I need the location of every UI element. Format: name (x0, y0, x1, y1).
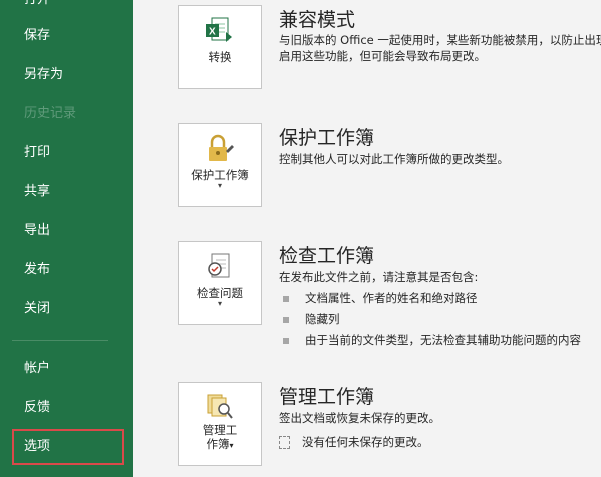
manage-workbook-icon (207, 394, 233, 419)
check-issues-caret: ▾ (217, 299, 222, 308)
nav-save-as[interactable]: 另存为 (12, 60, 124, 90)
svg-text:X: X (209, 27, 216, 38)
check-issues-button[interactable]: 检查问题 ▾ (178, 241, 262, 325)
inspect-title: 检查工作簿 (279, 245, 375, 267)
lock-key-icon (209, 134, 234, 161)
nav-account[interactable]: 帐户 (12, 354, 124, 384)
manage-workbook-label-line2-text: 作簿 (206, 437, 230, 451)
bullet-text: 隐藏列 (305, 312, 340, 326)
nav-share[interactable]: 共享 (12, 177, 124, 207)
manage-workbook-label-line1: 管理工 (202, 423, 238, 437)
convert-button[interactable]: X 转换 (178, 5, 262, 89)
bullet-square-icon (283, 316, 289, 323)
nav-publish[interactable]: 发布 (12, 255, 124, 285)
info-pane: X 转换 兼容模式 与旧版本的 Office 一起使用时，某些新功能被禁用，以防… (133, 0, 601, 477)
nav-save[interactable]: 保存 (12, 21, 124, 51)
manage-title: 管理工作簿 (279, 386, 375, 408)
nav-export[interactable]: 导出 (12, 216, 124, 246)
manage-workbook-label-line2: 作簿▾ (179, 437, 261, 453)
unsaved-status: 没有任何未保存的更改。 (279, 434, 429, 450)
bullet-square-icon (283, 295, 289, 302)
nav-options[interactable]: 选项 (12, 429, 124, 465)
inspect-bullet: 由于当前的文件类型，无法检查其辅助功能问题的内容 (283, 332, 581, 348)
nav-feedback[interactable]: 反馈 (12, 393, 124, 423)
compatibility-desc-line1: 与旧版本的 Office 一起使用时，某些新功能被禁用，以防止出现 (279, 33, 601, 47)
check-issues-label: 检查问题 (197, 286, 243, 300)
manage-workbook-caret: ▾ (229, 441, 234, 450)
inspect-desc: 在发布此文件之前，请注意其是否包含: (279, 270, 479, 284)
inspect-bullet: 隐藏列 (283, 311, 340, 327)
compatibility-title: 兼容模式 (279, 9, 356, 31)
inspect-document-icon (208, 253, 230, 278)
nav-divider (12, 340, 108, 341)
excel-convert-icon: X (206, 17, 232, 42)
manage-desc: 签出文档或恢复未保存的更改。 (279, 411, 440, 425)
inspect-bullet: 文档属性、作者的姓名和绝对路径 (283, 290, 478, 306)
nav-close[interactable]: 关闭 (12, 294, 124, 324)
protect-workbook-button[interactable]: 保护工作簿 ▾ (178, 123, 262, 207)
protect-title: 保护工作簿 (279, 127, 375, 149)
compatibility-desc-line2: 启用这些功能，但可能会导致布局更改。 (279, 49, 486, 63)
nav-open[interactable]: 打开 (12, 0, 124, 15)
unsaved-status-text: 没有任何未保存的更改。 (302, 435, 429, 449)
protect-workbook-label: 保护工作簿 (191, 168, 249, 182)
backstage-sidebar: 打开 保存 另存为 历史记录 打印 共享 导出 发布 关闭 帐户 反馈 选项 (0, 0, 133, 477)
bullet-text: 文档属性、作者的姓名和绝对路径 (305, 291, 478, 305)
manage-workbook-button[interactable]: 管理工 作簿▾ (178, 382, 262, 466)
nav-print[interactable]: 打印 (12, 138, 124, 168)
protect-desc: 控制其他人可以对此工作簿所做的更改类型。 (279, 152, 509, 166)
convert-label: 转换 (208, 50, 232, 64)
protect-dropdown-caret: ▾ (217, 181, 222, 190)
nav-history: 历史记录 (24, 106, 77, 121)
bullet-square-icon (283, 337, 289, 344)
bullet-text: 由于当前的文件类型，无法检查其辅助功能问题的内容 (305, 333, 581, 347)
document-icon (279, 436, 290, 449)
